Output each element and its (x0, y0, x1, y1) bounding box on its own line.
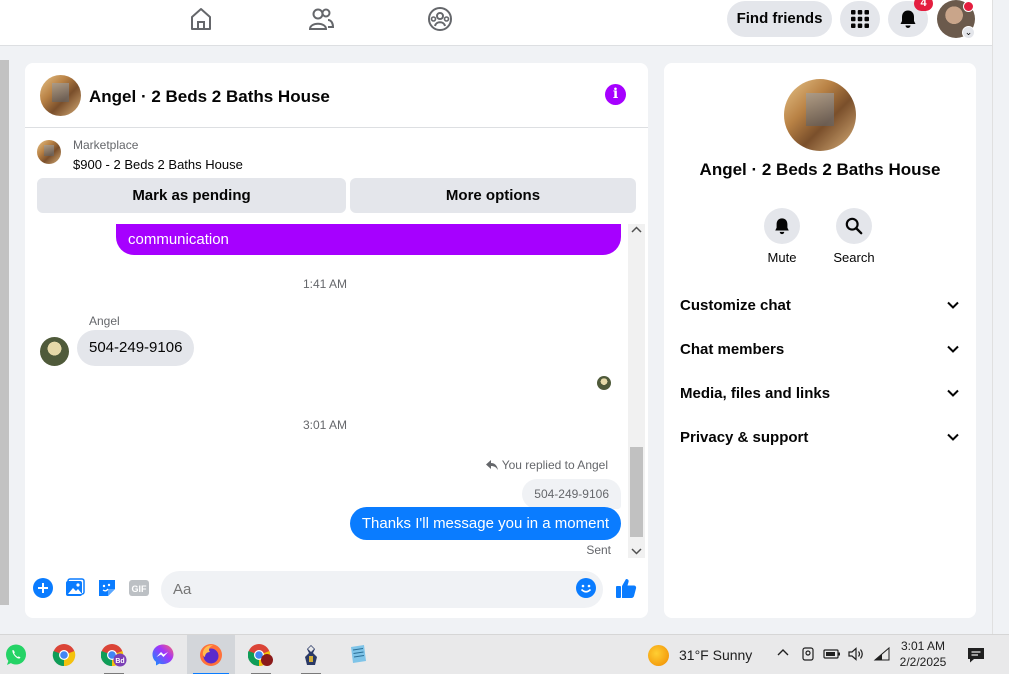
meet-now-icon[interactable] (800, 646, 816, 662)
message-input[interactable] (161, 571, 603, 608)
notification-count-badge: 4 (914, 0, 933, 11)
listing-title[interactable]: $900 - 2 Beds 2 Baths House (73, 157, 243, 172)
emoji-icon[interactable] (576, 578, 596, 598)
chevron-down-icon (947, 301, 959, 309)
taskbar: Bd 31°F Sunny 3:01 AM 2/2/2025 (0, 634, 1009, 674)
search-label: Search (833, 250, 875, 265)
more-options-button[interactable]: More options (350, 178, 636, 213)
wifi-icon[interactable] (873, 646, 891, 662)
scrollbar-thumb[interactable] (630, 447, 643, 537)
scroll-up-icon[interactable] (628, 224, 645, 236)
weather-text[interactable]: 31°F Sunny (679, 647, 752, 663)
scroll-down-icon[interactable] (628, 545, 645, 557)
mark-as-pending-button[interactable]: Mark as pending (37, 178, 346, 213)
chat-header: Angel · 2 Beds 2 Baths House i (25, 63, 648, 128)
chrome-profile-icon[interactable]: Bd (90, 635, 138, 674)
section-label: Privacy & support (680, 428, 809, 446)
quoted-message-bubble[interactable]: 504-249-9106 (522, 479, 621, 509)
chrome-icon[interactable] (40, 635, 88, 674)
weather-icon[interactable] (648, 645, 669, 666)
sender-avatar[interactable] (40, 337, 69, 366)
messenger-icon[interactable] (139, 635, 187, 674)
battery-icon[interactable] (823, 646, 841, 662)
page-scrollbar[interactable] (992, 0, 1009, 634)
chevron-down-icon[interactable]: ⌄ (962, 26, 975, 39)
chevron-up-icon[interactable] (776, 646, 790, 660)
privacy-support-section[interactable]: Privacy & support (680, 425, 960, 449)
chat-members-section[interactable]: Chat members (680, 337, 960, 361)
reply-arrow-icon (485, 460, 498, 470)
sticker-icon[interactable] (97, 578, 117, 598)
menu-grid-button[interactable] (840, 1, 880, 37)
marketplace-label: Marketplace (73, 138, 139, 152)
message-list: communication 1:41 AM Angel 504-249-9106… (25, 224, 648, 561)
chat-title[interactable]: Angel · 2 Beds 2 Baths House (89, 87, 330, 107)
message-scrollbar[interactable] (628, 224, 645, 558)
search-button[interactable]: Search (824, 208, 884, 265)
conversation-info-panel: Angel · 2 Beds 2 Baths House Mute Search… (664, 63, 976, 618)
chevron-down-icon (947, 433, 959, 441)
notification-center-icon[interactable] (966, 646, 986, 664)
find-friends-button[interactable]: Find friends (727, 1, 832, 37)
plus-icon[interactable] (33, 578, 53, 598)
message-text: communication (128, 231, 229, 248)
grid-icon (851, 10, 869, 28)
mute-button[interactable]: Mute (752, 208, 812, 265)
top-navigation-bar: Find friends 4 ⌄ ✕ (0, 0, 1005, 46)
sender-name: Angel (89, 314, 120, 328)
mute-label: Mute (767, 250, 797, 265)
friends-icon[interactable] (307, 5, 335, 33)
chat-panel: Angel · 2 Beds 2 Baths House i Marketpla… (25, 63, 648, 618)
seen-by-avatar (597, 376, 611, 390)
outgoing-message-bubble[interactable]: Thanks I'll message you in a moment (349, 507, 621, 540)
conversation-title: Angel · 2 Beds 2 Baths House (699, 160, 941, 179)
reply-note: You replied to Angel (485, 458, 608, 472)
incoming-message-bubble[interactable]: 504-249-9106 (77, 330, 195, 366)
chevron-down-icon (947, 389, 959, 397)
message-timestamp: 3:01 AM (302, 418, 348, 432)
system-clock[interactable]: 3:01 AM 2/2/2025 (899, 638, 947, 670)
chrome-profile-2-icon[interactable] (237, 635, 285, 674)
firefox-icon[interactable] (187, 635, 235, 674)
game-app-icon[interactable] (287, 635, 335, 674)
clock-time: 3:01 AM (900, 639, 946, 653)
whatsapp-icon[interactable] (0, 635, 40, 674)
bell-icon (900, 10, 916, 28)
reply-note-text: You replied to Angel (501, 458, 608, 472)
groups-icon[interactable] (426, 5, 454, 33)
photo-icon[interactable] (65, 578, 85, 598)
chevron-down-icon (947, 345, 959, 353)
message-composer: GIF (25, 565, 648, 615)
listing-thumbnail[interactable] (37, 140, 61, 164)
customize-chat-section[interactable]: Customize chat (680, 293, 960, 317)
info-icon[interactable]: i (605, 84, 626, 105)
gif-icon[interactable]: GIF (128, 578, 150, 598)
clock-date: 2/2/2025 (899, 655, 947, 669)
conversation-avatar[interactable] (784, 79, 856, 151)
notepad-icon[interactable] (334, 635, 382, 674)
search-icon (845, 217, 863, 235)
account-status-dot (963, 1, 974, 12)
section-label: Customize chat (680, 296, 791, 314)
chat-avatar[interactable] (40, 75, 81, 116)
message-status: Sent (586, 543, 611, 557)
media-files-links-section[interactable]: Media, files and links (680, 381, 960, 405)
home-icon[interactable] (187, 5, 215, 33)
svg-text:Bd: Bd (115, 658, 124, 665)
section-label: Chat members (680, 340, 785, 358)
volume-icon[interactable] (847, 646, 865, 662)
bell-icon (775, 218, 789, 235)
message-timestamp: 1:41 AM (302, 277, 348, 291)
section-label: Media, files and links (680, 384, 831, 402)
thumbs-up-icon[interactable] (615, 577, 637, 599)
left-scrollbar[interactable] (0, 60, 9, 605)
outgoing-message-bubble[interactable]: communication (116, 224, 621, 255)
svg-text:GIF: GIF (132, 584, 148, 594)
